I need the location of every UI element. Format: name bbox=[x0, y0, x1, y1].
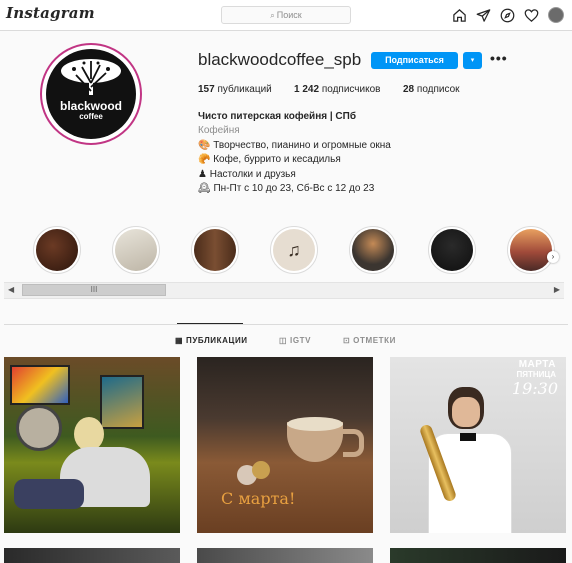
tag-icon: ⊡ bbox=[343, 336, 351, 345]
tabs-divider bbox=[4, 324, 568, 325]
stat-posts: 157 публикаций bbox=[198, 84, 272, 95]
heart-icon[interactable] bbox=[524, 8, 539, 23]
stat-following[interactable]: 28 подписок bbox=[403, 84, 460, 95]
post-caption: С марта! bbox=[221, 489, 296, 508]
horizontal-scrollbar[interactable]: ◀ III ▶ bbox=[4, 282, 564, 299]
bio-line-text: Кофе, буррито и кесадилья bbox=[213, 154, 341, 166]
igtv-icon: ◫ bbox=[279, 336, 288, 345]
home-icon[interactable] bbox=[452, 8, 467, 23]
croissant-emoji-icon: 🥐 bbox=[198, 154, 211, 166]
post-caption-line1: МАРТА bbox=[518, 359, 556, 370]
scroll-right-arrow-icon[interactable]: ▶ bbox=[554, 285, 560, 294]
stat-following-count: 28 bbox=[403, 84, 415, 95]
palette-emoji-icon: 🎨 bbox=[198, 139, 211, 151]
profile-bio: Чисто питерская кофейня | СПб Кофейня 🎨 … bbox=[198, 110, 391, 196]
avatar-sub-text: coffee bbox=[79, 112, 103, 121]
post-row2-3[interactable] bbox=[390, 548, 566, 563]
bio-line-text: Творчество, пианино и огромные окна bbox=[213, 139, 391, 151]
highlight-7[interactable] bbox=[507, 226, 555, 274]
post-caption-time: 19:30 bbox=[511, 379, 558, 398]
bio-line-text: Пн-Пт с 10 до 23, Сб-Вс с 12 до 23 bbox=[213, 183, 375, 195]
top-nav-bar: Instagram ⌕ Поиск bbox=[0, 0, 572, 31]
clock-emoji-icon: 🕰 bbox=[198, 183, 211, 195]
profile-avatar: blackwood coffee bbox=[46, 49, 136, 139]
nav-icons bbox=[452, 7, 564, 23]
stat-posts-count: 157 bbox=[198, 84, 215, 95]
highlight-4[interactable]: ♫ bbox=[270, 226, 318, 274]
tree-logo-icon bbox=[61, 59, 121, 95]
direct-icon[interactable] bbox=[476, 8, 491, 23]
highlight-2[interactable] bbox=[112, 226, 160, 274]
chess-pawn-emoji-icon: ♟ bbox=[198, 168, 207, 180]
story-highlights: ♫ bbox=[0, 222, 572, 280]
grid-icon: ▦ bbox=[175, 336, 184, 345]
post-caption-line2: ПЯТНИЦА bbox=[516, 370, 556, 379]
stat-followers[interactable]: 1 242 подписчиков bbox=[294, 84, 380, 95]
profile-username: blackwoodcoffee_spb bbox=[198, 50, 362, 69]
profile-avatar-ring[interactable]: blackwood coffee bbox=[40, 43, 142, 145]
profile-category: Кофейня bbox=[198, 125, 240, 137]
user-avatar[interactable] bbox=[548, 7, 564, 23]
scrollbar-grip: III bbox=[90, 285, 98, 294]
search-placeholder: Поиск bbox=[276, 10, 302, 20]
tab-tagged-label: ОТМЕТКИ bbox=[353, 336, 396, 345]
highlight-3[interactable] bbox=[191, 226, 239, 274]
tab-igtv[interactable]: ◫ IGTV bbox=[279, 336, 311, 345]
suggestions-dropdown-button[interactable]: ▾ bbox=[463, 52, 482, 69]
stat-followers-count: 1 242 bbox=[294, 84, 320, 95]
avatar-brand-text: blackwood bbox=[59, 99, 122, 113]
highlight-5[interactable] bbox=[349, 226, 397, 274]
post-row2-1[interactable] bbox=[4, 548, 180, 563]
stat-followers-label: подписчиков bbox=[321, 84, 381, 95]
bio-line: ♟ Настолки и друзья bbox=[198, 168, 391, 182]
tab-posts[interactable]: ▦ ПУБЛИКАЦИИ bbox=[175, 336, 248, 345]
tab-posts-label: ПУБЛИКАЦИИ bbox=[186, 336, 248, 345]
music-notes-icon: ♫ bbox=[287, 239, 301, 260]
follow-button[interactable]: Подписаться bbox=[371, 52, 458, 69]
bio-line-text: Настолки и друзья bbox=[209, 168, 296, 180]
post-reading-woman[interactable] bbox=[4, 357, 180, 533]
bio-line: 🕰 Пн-Пт с 10 до 23, Сб-Вс с 12 до 23 bbox=[198, 182, 391, 196]
search-input[interactable]: ⌕ Поиск bbox=[221, 6, 351, 24]
highlight-6[interactable] bbox=[428, 226, 476, 274]
more-options-button[interactable]: ••• bbox=[490, 50, 508, 66]
highlight-1[interactable] bbox=[33, 226, 81, 274]
tab-igtv-label: IGTV bbox=[290, 336, 312, 345]
scroll-left-arrow-icon[interactable]: ◀ bbox=[8, 285, 14, 294]
stat-following-label: подписок bbox=[416, 84, 460, 95]
bio-line: 🎨 Творчество, пианино и огромные окна bbox=[198, 139, 391, 153]
post-row2-2[interactable] bbox=[197, 548, 373, 563]
post-saxophonist[interactable]: МАРТА ПЯТНИЦА 19:30 bbox=[390, 357, 566, 533]
stat-posts-label: публикаций bbox=[217, 84, 272, 95]
explore-icon[interactable] bbox=[500, 8, 515, 23]
profile-full-name: Чисто питерская кофейня | СПб bbox=[198, 111, 357, 122]
highlights-next-arrow[interactable]: › bbox=[547, 251, 559, 263]
post-coffee-cup[interactable]: С марта! bbox=[197, 357, 373, 533]
tab-tagged[interactable]: ⊡ ОТМЕТКИ bbox=[343, 336, 396, 345]
bio-line: 🥐 Кофе, буррито и кесадилья bbox=[198, 153, 391, 167]
search-icon: ⌕ bbox=[270, 11, 275, 20]
scrollbar-thumb[interactable]: III bbox=[22, 284, 166, 296]
instagram-logo[interactable]: Instagram bbox=[6, 4, 95, 22]
active-tab-indicator bbox=[177, 323, 243, 324]
